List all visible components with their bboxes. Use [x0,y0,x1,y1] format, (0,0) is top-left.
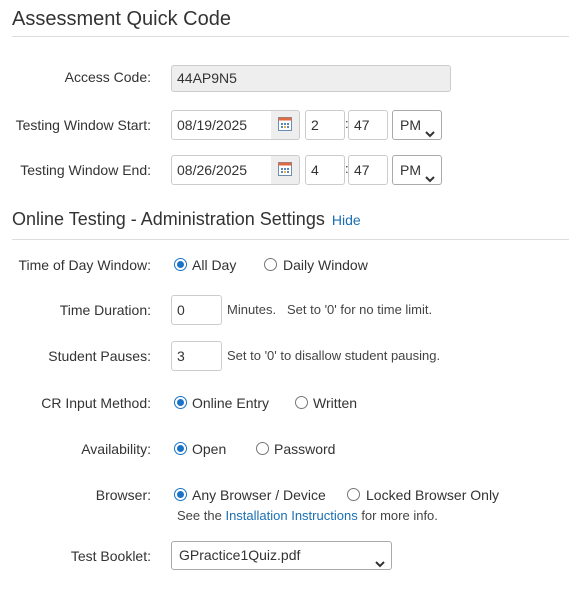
open-radio[interactable] [174,442,187,455]
calendar-icon [278,161,292,179]
written-radio[interactable] [295,396,308,409]
calendar-icon [278,116,292,134]
password-radio[interactable] [256,442,269,455]
window-end-ampm-value: PM [400,162,421,178]
window-start-ampm-select[interactable]: PM [392,110,442,140]
page-title: Assessment Quick Code [12,8,231,30]
window-start-calendar-button[interactable] [271,110,300,140]
window-end-calendar-button[interactable] [271,155,300,185]
time-duration-hint: Set to '0' for no time limit. [287,302,433,317]
window-end-minute-input[interactable]: 47 [348,155,388,185]
chevron-down-icon [425,120,435,148]
student-pauses-hint: Set to '0' to disallow student pausing. [227,348,441,363]
test-booklet-select[interactable]: GPractice1Quiz.pdf [171,541,392,570]
student-pauses-input[interactable]: 3 [171,341,222,371]
window-end-date-input[interactable]: 08/26/2025 [171,155,272,185]
daily-window-radio[interactable] [264,258,277,271]
window-start-date-input[interactable]: 08/19/2025 [171,110,272,140]
window-start-minute-input[interactable]: 47 [348,110,388,140]
hide-link[interactable]: Hide [332,212,361,228]
browser-label: Browser: [95,487,151,503]
availability-label: Availability: [81,441,151,457]
student-pauses-label: Student Pauses: [48,348,151,364]
locked-browser-option-label: Locked Browser Only [366,487,500,503]
browser-note-suffix: for more info. [361,508,438,523]
written-option-label: Written [313,395,358,411]
any-browser-option-label: Any Browser / Device [192,487,326,503]
access-code-field: 44AP9N5 [171,65,451,92]
time-duration-unit: Minutes. [227,302,277,317]
chevron-down-icon [375,551,385,578]
installation-instructions-link[interactable]: Installation Instructions [225,508,357,523]
cr-input-label: CR Input Method: [41,395,151,411]
online-entry-radio[interactable] [174,396,187,409]
online-settings-heading: Online Testing - Administration Settings… [12,209,361,230]
online-settings-title: Online Testing - Administration Settings [12,209,325,229]
locked-browser-radio[interactable] [347,488,360,501]
password-option-label: Password [274,441,336,457]
window-start-ampm-value: PM [400,117,421,133]
time-duration-label: Time Duration: [59,302,151,318]
section-divider [12,239,569,240]
browser-note-prefix: See the [177,508,222,523]
test-booklet-label: Test Booklet: [70,548,151,564]
any-browser-radio[interactable] [174,488,187,501]
online-entry-option-label: Online Entry [192,395,270,411]
window-end-label: Testing Window End: [20,162,151,178]
header-divider [12,36,569,37]
time-duration-input[interactable]: 0 [171,295,222,325]
time-of-day-label: Time of Day Window: [18,257,151,273]
window-start-hour-input[interactable]: 2 [305,110,345,140]
test-booklet-value: GPractice1Quiz.pdf [179,547,301,563]
browser-note: See the Installation Instructions for mo… [177,508,438,523]
all-day-radio[interactable] [174,258,187,271]
daily-window-option-label: Daily Window [283,257,368,273]
window-end-hour-input[interactable]: 4 [305,155,345,185]
chevron-down-icon [425,165,435,193]
all-day-option-label: All Day [192,257,237,273]
window-end-ampm-select[interactable]: PM [392,155,442,185]
access-code-label: Access Code: [64,69,151,85]
window-start-label: Testing Window Start: [15,117,151,133]
open-option-label: Open [192,441,227,457]
